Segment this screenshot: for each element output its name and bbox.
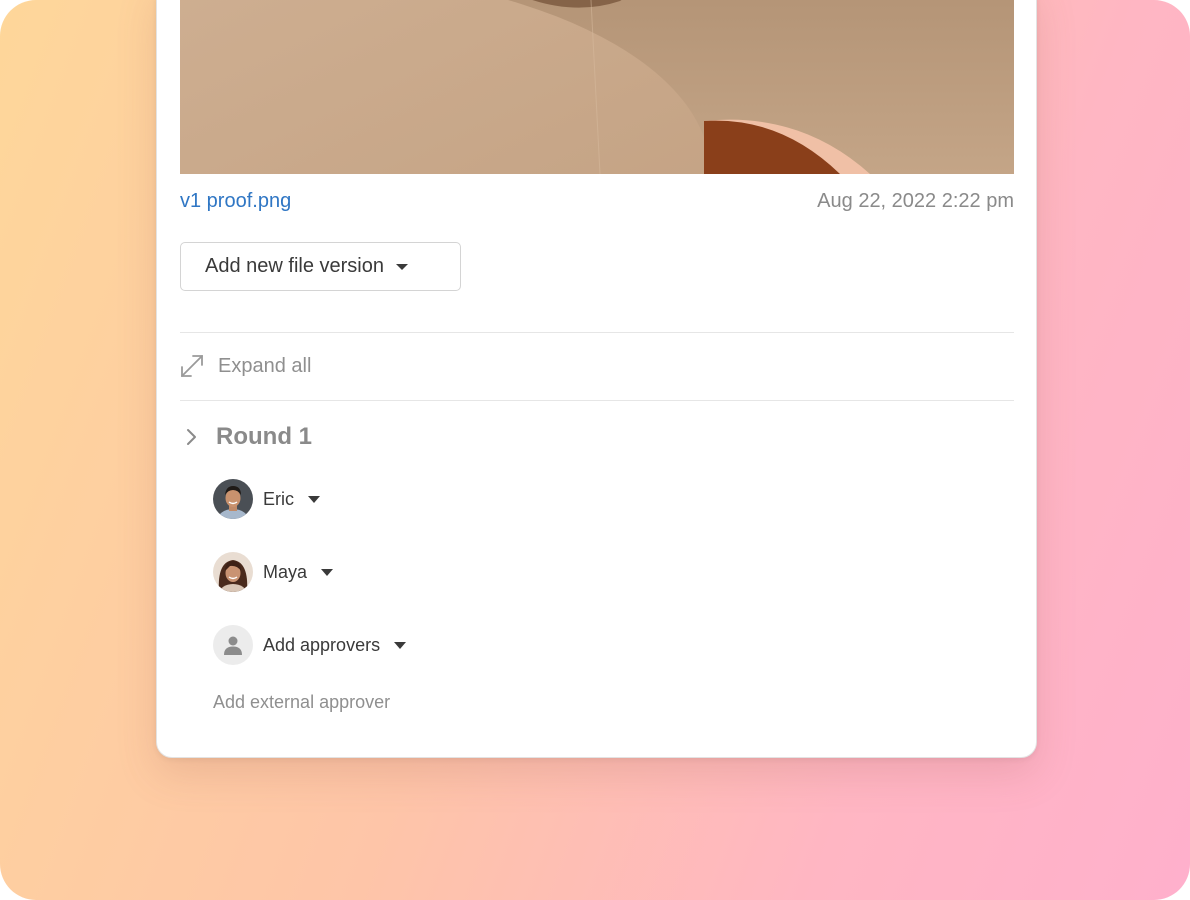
expand-all-button[interactable]: Expand all [178,352,311,380]
expand-arrows-icon [181,355,203,377]
person-placeholder-icon [213,625,253,665]
caret-down-icon [321,568,334,576]
approver-eric[interactable]: Eric [213,479,320,519]
chevron-right-icon [187,429,196,445]
file-name-link[interactable]: v1 proof.png [180,190,291,213]
proof-image [180,0,1014,174]
round-title: Round 1 [216,423,312,450]
approver-name: Maya [263,561,308,582]
approver-maya[interactable]: Maya [213,552,334,592]
add-file-version-label: Add new file version [205,255,384,277]
gradient-backdrop: v1 proof.png Aug 22, 2022 2:22 pm Add ne… [0,0,1190,900]
add-approvers-button[interactable]: Add approvers [213,625,407,665]
proof-image-preview[interactable] [180,0,1014,174]
divider-top [180,332,1014,333]
eric-avatar [213,479,253,519]
file-info-row: v1 proof.png Aug 22, 2022 2:22 pm [180,188,1014,214]
approver-name: Eric [263,488,294,509]
add-external-approver-link[interactable]: Add external approver [213,692,390,713]
caret-down-icon [394,641,407,649]
caret-down-icon [308,495,320,503]
divider-bottom [180,400,1014,401]
round-toggle[interactable]: Round 1 [180,422,312,452]
file-timestamp: Aug 22, 2022 2:22 pm [817,189,1014,212]
add-file-version-button[interactable]: Add new file version [180,242,461,291]
proof-card: v1 proof.png Aug 22, 2022 2:22 pm Add ne… [156,0,1037,758]
caret-down-icon [395,263,408,270]
maya-avatar [213,552,253,592]
expand-all-label: Expand all [218,354,312,377]
add-approvers-label: Add approvers [263,634,381,655]
